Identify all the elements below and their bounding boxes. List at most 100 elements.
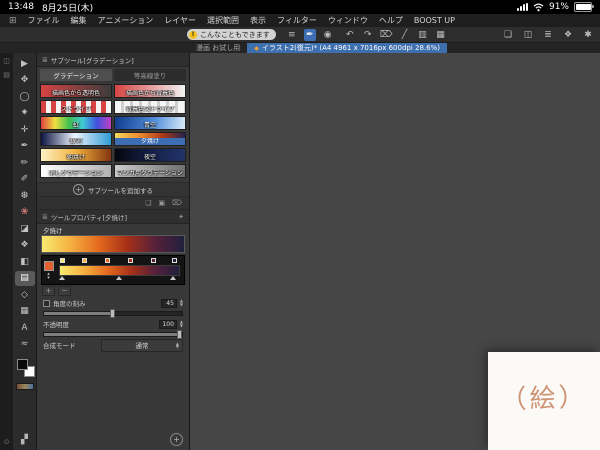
subtool-sunset-selected[interactable]: 夕焼け bbox=[114, 132, 186, 146]
gradient-node[interactable] bbox=[104, 258, 110, 263]
angle-step-slider[interactable] bbox=[43, 309, 183, 318]
brush-size-icon[interactable]: ◉ bbox=[322, 29, 334, 41]
snap-grid-icon[interactable]: ▦ bbox=[434, 29, 446, 41]
layer-palette-icon[interactable]: ≣ bbox=[542, 29, 554, 41]
tool-pen[interactable]: ✒ bbox=[15, 139, 35, 154]
quick-access-icon[interactable]: ▤ bbox=[3, 71, 10, 79]
angle-step-checkbox[interactable] bbox=[43, 299, 50, 307]
tool-frame[interactable]: ▦ bbox=[15, 304, 35, 319]
gradient-node[interactable] bbox=[150, 258, 156, 263]
add-node-button[interactable]: ＋ bbox=[42, 285, 55, 296]
color-history-bar[interactable] bbox=[15, 383, 34, 390]
tab-contour-fill-group[interactable]: 等高線塗り bbox=[114, 69, 186, 81]
tool-text[interactable]: A bbox=[15, 320, 35, 335]
material-palette-icon[interactable]: ❑ bbox=[502, 29, 514, 41]
subtool-rainbow[interactable]: 虹 bbox=[40, 116, 112, 130]
add-palette-button[interactable]: + bbox=[170, 433, 183, 446]
remove-node-button[interactable]: － bbox=[58, 285, 71, 296]
color-palette-icon[interactable]: ❖ bbox=[562, 29, 574, 41]
menu-file[interactable]: ファイル bbox=[28, 15, 60, 26]
document-tab-inactive[interactable]: 漫画 お試し用 bbox=[189, 43, 247, 53]
workspace-icon[interactable]: ◫ bbox=[522, 29, 534, 41]
gradient-editor[interactable]: ▴ ▾ bbox=[41, 255, 185, 285]
opacity-stepper-icon[interactable]: ▲ ▼ bbox=[180, 320, 183, 328]
node-color-chip[interactable] bbox=[43, 260, 54, 271]
subtool-morning-glow[interactable]: 朝焼け bbox=[40, 148, 112, 162]
tool-operation[interactable]: ▶ bbox=[15, 56, 35, 71]
tool-property-header[interactable]: ≣ ツールプロパティ[夕焼け] ✦ bbox=[37, 210, 189, 224]
tips-button[interactable]: ! こんなこともできます bbox=[187, 29, 276, 40]
menu-selection[interactable]: 選択範囲 bbox=[207, 15, 239, 26]
subtool-night-sky[interactable]: 夜空 bbox=[114, 148, 186, 162]
folder-icon[interactable]: ▣ bbox=[158, 199, 165, 207]
tool-decoration[interactable]: ❀ bbox=[15, 205, 35, 220]
panel-menu-icon[interactable]: ≣ bbox=[42, 213, 48, 221]
document-tab-active[interactable]: ◆ イラスト2(復元)* (A4 4961 x 7016px 600dpi 28… bbox=[247, 43, 447, 53]
gradient-node[interactable] bbox=[60, 258, 66, 263]
settings-icon[interactable]: ✱ bbox=[582, 29, 594, 41]
tool-move[interactable]: ✥ bbox=[15, 73, 35, 88]
tool-auto-select[interactable]: ✷ bbox=[15, 106, 35, 121]
angle-stepper-icon[interactable]: ▲ ▼ bbox=[180, 299, 183, 307]
tab-gradient-group[interactable]: グラデーション bbox=[40, 69, 112, 81]
snap-special-ruler-icon[interactable]: ▥ bbox=[416, 29, 428, 41]
main-color-chip[interactable] bbox=[16, 359, 28, 370]
subtool-blue-sky[interactable]: 青空 bbox=[114, 116, 186, 130]
opacity-value[interactable]: 100 bbox=[159, 319, 177, 329]
gradient-node[interactable] bbox=[127, 258, 133, 263]
tool-selection[interactable]: ◯ bbox=[15, 89, 35, 104]
tool-line-correction[interactable]: ≈ bbox=[15, 337, 35, 352]
subtool-bg-stripe[interactable]: 背景色ストライプ bbox=[114, 100, 186, 114]
edge-bottom-icon[interactable]: ⊙ bbox=[4, 438, 10, 446]
canvas-paper[interactable]: （絵） bbox=[488, 352, 600, 450]
subtool-stripe[interactable]: ストライプ bbox=[40, 100, 112, 114]
menu-animation[interactable]: アニメーション bbox=[98, 15, 154, 26]
tool-brush[interactable]: ✐ bbox=[15, 172, 35, 187]
gradient-node[interactable] bbox=[171, 258, 177, 263]
subtool-fg-to-transparent[interactable]: 描画色から透明色 bbox=[40, 84, 112, 98]
angle-step-value[interactable]: 45 bbox=[160, 298, 177, 308]
gradient-marker[interactable] bbox=[115, 276, 122, 280]
export-subtool-icon[interactable]: ❏ bbox=[145, 199, 151, 207]
add-subtool-button[interactable]: ＋ サブツールを追加する bbox=[37, 182, 189, 197]
trash-icon[interactable]: ⌦ bbox=[172, 199, 182, 207]
wrench-icon[interactable]: ✦ bbox=[178, 213, 184, 221]
tool-figure[interactable]: ◇ bbox=[15, 287, 35, 302]
menu-grid-icon[interactable]: ⊞ bbox=[9, 16, 17, 26]
opacity-slider[interactable] bbox=[43, 330, 183, 339]
gradient-marker[interactable] bbox=[170, 276, 177, 280]
tool-pencil[interactable]: ✏ bbox=[15, 155, 35, 170]
menu-boost-up[interactable]: BOOST UP bbox=[414, 16, 455, 25]
subtool-fg-to-bg[interactable]: 描画色から背景色 bbox=[114, 84, 186, 98]
subtool-manga-gradient[interactable]: マンガ用グラデーション bbox=[114, 164, 186, 178]
canvas-area[interactable]: （絵） bbox=[190, 53, 600, 450]
subtool-erase-gradient[interactable]: 消しグラデーション bbox=[40, 164, 112, 178]
delete-icon[interactable]: ⌦ bbox=[380, 29, 393, 41]
subtool-panel-header[interactable]: ≣ サブツール[グラデーション] bbox=[37, 53, 189, 67]
blend-mode-dropdown[interactable]: 通常 ▲ ▼ bbox=[101, 338, 183, 352]
pen-tool-icon[interactable]: ✒ bbox=[303, 28, 316, 41]
snap-ruler-icon[interactable]: ╱ bbox=[398, 29, 410, 41]
menu-window[interactable]: ウィンドウ bbox=[328, 15, 368, 26]
menu-layer[interactable]: レイヤー bbox=[164, 15, 196, 26]
gradient-marker[interactable] bbox=[59, 276, 65, 280]
tool-eyedropper[interactable]: ✛ bbox=[15, 122, 35, 137]
tool-fill[interactable]: ◧ bbox=[15, 254, 35, 269]
menu-view[interactable]: 表示 bbox=[250, 15, 266, 26]
tool-airbrush[interactable]: ❆ bbox=[15, 188, 35, 203]
undo-icon[interactable]: ↶ bbox=[344, 29, 356, 41]
menu-help[interactable]: ヘルプ bbox=[379, 15, 403, 26]
palette-menu-icon[interactable]: ≡ bbox=[286, 29, 298, 41]
subtool-galaxy[interactable]: 銀河 bbox=[40, 132, 112, 146]
menu-edit[interactable]: 編集 bbox=[71, 15, 87, 26]
tool-gradient[interactable]: ▤ bbox=[14, 270, 35, 286]
panel-menu-icon[interactable]: ≣ bbox=[42, 56, 48, 64]
tool-eraser[interactable]: ◪ bbox=[15, 221, 35, 236]
node-spinner-icon[interactable]: ▴ ▾ bbox=[47, 271, 50, 280]
redo-icon[interactable]: ↷ bbox=[362, 29, 374, 41]
collapse-palette-icon[interactable]: ◫ bbox=[3, 57, 10, 65]
gradient-node[interactable] bbox=[81, 258, 87, 263]
menu-filter[interactable]: フィルター bbox=[277, 15, 317, 26]
tone-pattern-icon[interactable]: ▞ bbox=[21, 435, 28, 445]
tool-blend[interactable]: ❖ bbox=[15, 238, 35, 253]
